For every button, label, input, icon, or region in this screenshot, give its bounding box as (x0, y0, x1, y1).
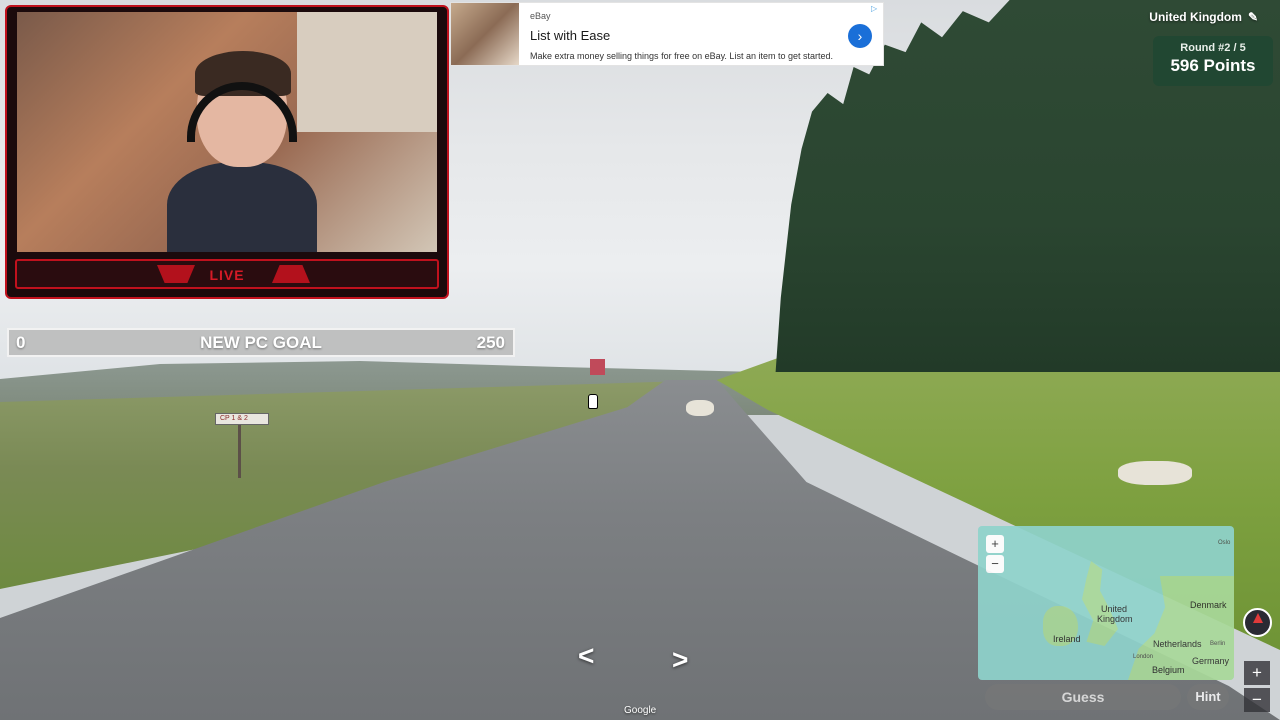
hint-button[interactable]: Hint (1187, 684, 1229, 710)
pencil-icon[interactable]: ✎ (1248, 10, 1258, 24)
sign-post (238, 423, 241, 478)
red-marker (590, 359, 605, 375)
ad-cta-button[interactable]: › (848, 24, 872, 48)
round-counter: Round #2 / 5 (1180, 42, 1246, 54)
chevron-right-icon: › (857, 28, 863, 44)
google-attribution: Google (624, 705, 657, 716)
mouse-cursor-icon (588, 394, 598, 409)
map-label-belgium: Belgium (1152, 665, 1185, 675)
zoom-out-button[interactable]: − (1244, 688, 1270, 712)
ad-description: Make extra money selling things for free… (530, 51, 833, 61)
live-label: LIVE (209, 267, 245, 283)
webcam-wall (297, 12, 437, 132)
map-label-germany: Germany (1192, 656, 1230, 666)
road-sign-text: CP 1 & 2 (220, 415, 248, 422)
minimap-zoom-in[interactable]: + (986, 535, 1004, 553)
score-panel: Round #2 / 5 596 Points (1153, 36, 1273, 86)
minimap-zoom-out[interactable]: − (986, 555, 1004, 573)
points-total: 596 Points (1170, 56, 1256, 75)
move-left-arrow[interactable]: < (578, 640, 594, 672)
guess-button[interactable]: Guess (985, 684, 1181, 710)
ebay-ad[interactable]: eBay List with Ease Make extra money sel… (450, 2, 884, 66)
zoom-in-button[interactable]: + (1244, 661, 1270, 685)
adchoices-icon[interactable]: ▷ (871, 4, 881, 14)
road-sign: CP 1 & 2 (215, 413, 269, 425)
map-label-denmark: Denmark (1190, 600, 1227, 610)
map-label-netherlands: Netherlands (1153, 639, 1202, 649)
streamer (167, 51, 317, 252)
map-label-oslo: Oslo (1218, 540, 1231, 546)
map-label-ireland: Ireland (1053, 634, 1081, 644)
compass-icon[interactable] (1243, 608, 1272, 637)
map-label-uk: United Kingdom (1097, 604, 1133, 624)
goal-max: 250 (476, 333, 505, 352)
goal-label: NEW PC GOAL (200, 333, 322, 352)
webcam-feed (17, 12, 437, 252)
goal-bar: 0 NEW PC GOAL 250 (7, 328, 515, 357)
streamer-body (167, 162, 317, 252)
country-name: United Kingdom (1149, 10, 1242, 24)
map-label-london: London (1133, 654, 1154, 660)
ad-image (451, 3, 519, 65)
webcam-overlay: LIVE (5, 5, 449, 299)
guess-minimap[interactable]: United Kingdom Ireland Denmark Netherlan… (978, 526, 1234, 680)
ad-source: eBay (530, 11, 551, 21)
move-right-arrow[interactable]: > (672, 644, 688, 676)
ad-title[interactable]: List with Ease (530, 28, 610, 43)
map-label-berlin: Berlin (1210, 641, 1226, 647)
country-label[interactable]: United Kingdom ✎ (1149, 10, 1258, 24)
sheep-in-field (1118, 461, 1192, 485)
live-bar: LIVE (15, 259, 439, 289)
sheep-on-road (686, 400, 714, 416)
